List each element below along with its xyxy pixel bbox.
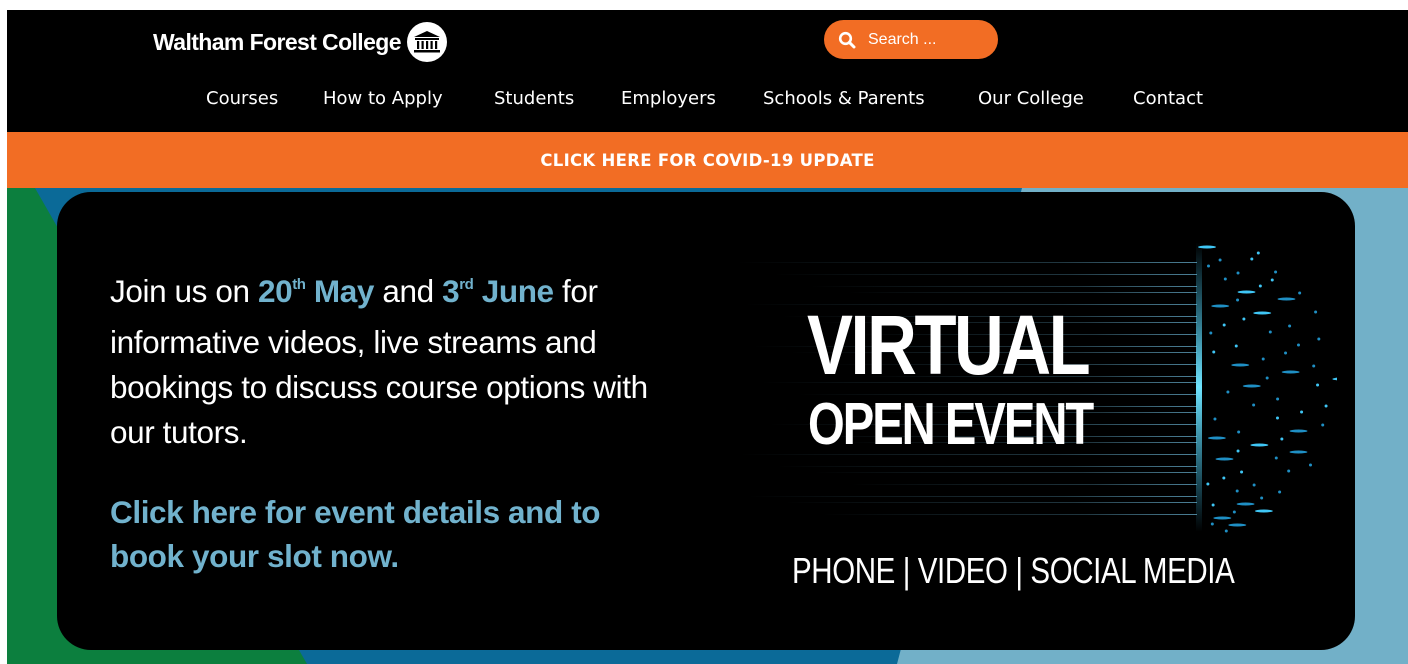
nav-item-students[interactable]: Students	[494, 88, 574, 109]
date-may-suffix: th	[292, 276, 306, 293]
logo-text: Waltham Forest College	[153, 28, 402, 55]
intro-connector: and	[374, 273, 443, 309]
event-channels: PHONE | VIDEO | SOCIAL MEDIA	[792, 550, 1235, 591]
covid-update-banner[interactable]: CLICK HERE FOR COVID-19 UPDATE	[7, 132, 1408, 188]
nav-item-employers[interactable]: Employers	[621, 88, 716, 109]
date-june: 3rd June	[442, 273, 554, 309]
event-intro-text: Join us on 20th May and 3rd June for inf…	[110, 269, 670, 455]
date-june-month: June	[473, 273, 554, 309]
nav-item-contact[interactable]: Contact	[1133, 88, 1203, 109]
nav-item-courses[interactable]: Courses	[206, 88, 278, 109]
event-card[interactable]: Join us on 20th May and 3rd June for inf…	[57, 192, 1355, 650]
hero-banner[interactable]: Join us on 20th May and 3rd June for inf…	[7, 188, 1408, 664]
covid-update-label: CLICK HERE FOR COVID-19 UPDATE	[540, 150, 875, 170]
event-details-link[interactable]: Click here for event details and to book…	[110, 490, 670, 578]
date-may-month: May	[305, 273, 374, 309]
date-may-day: 20	[257, 273, 293, 309]
search-input[interactable]: Search ...	[824, 20, 998, 59]
nav-item-schools-parents[interactable]: Schools & Parents	[763, 88, 925, 109]
college-building-icon	[406, 22, 447, 62]
date-june-day: 3	[442, 273, 460, 309]
nav-item-our-college[interactable]: Our College	[978, 88, 1084, 109]
virtual-heading: VIRTUAL	[807, 298, 1091, 392]
nav-item-how-to-apply[interactable]: How to Apply	[323, 88, 443, 109]
date-june-suffix: rd	[459, 276, 474, 293]
main-nav: Courses How to Apply Students Employers …	[7, 88, 1408, 118]
page: Waltham Forest College Search ... Course…	[7, 10, 1408, 664]
site-header: Waltham Forest College Search ... Course…	[7, 10, 1408, 132]
search-icon	[838, 31, 856, 48]
open-event-heading: OPEN EVENT	[808, 391, 1094, 457]
search-placeholder: Search ...	[868, 30, 937, 48]
intro-prefix: Join us on	[110, 273, 258, 309]
date-may: 20th May	[258, 273, 374, 309]
college-logo[interactable]: Waltham Forest College	[153, 22, 447, 62]
